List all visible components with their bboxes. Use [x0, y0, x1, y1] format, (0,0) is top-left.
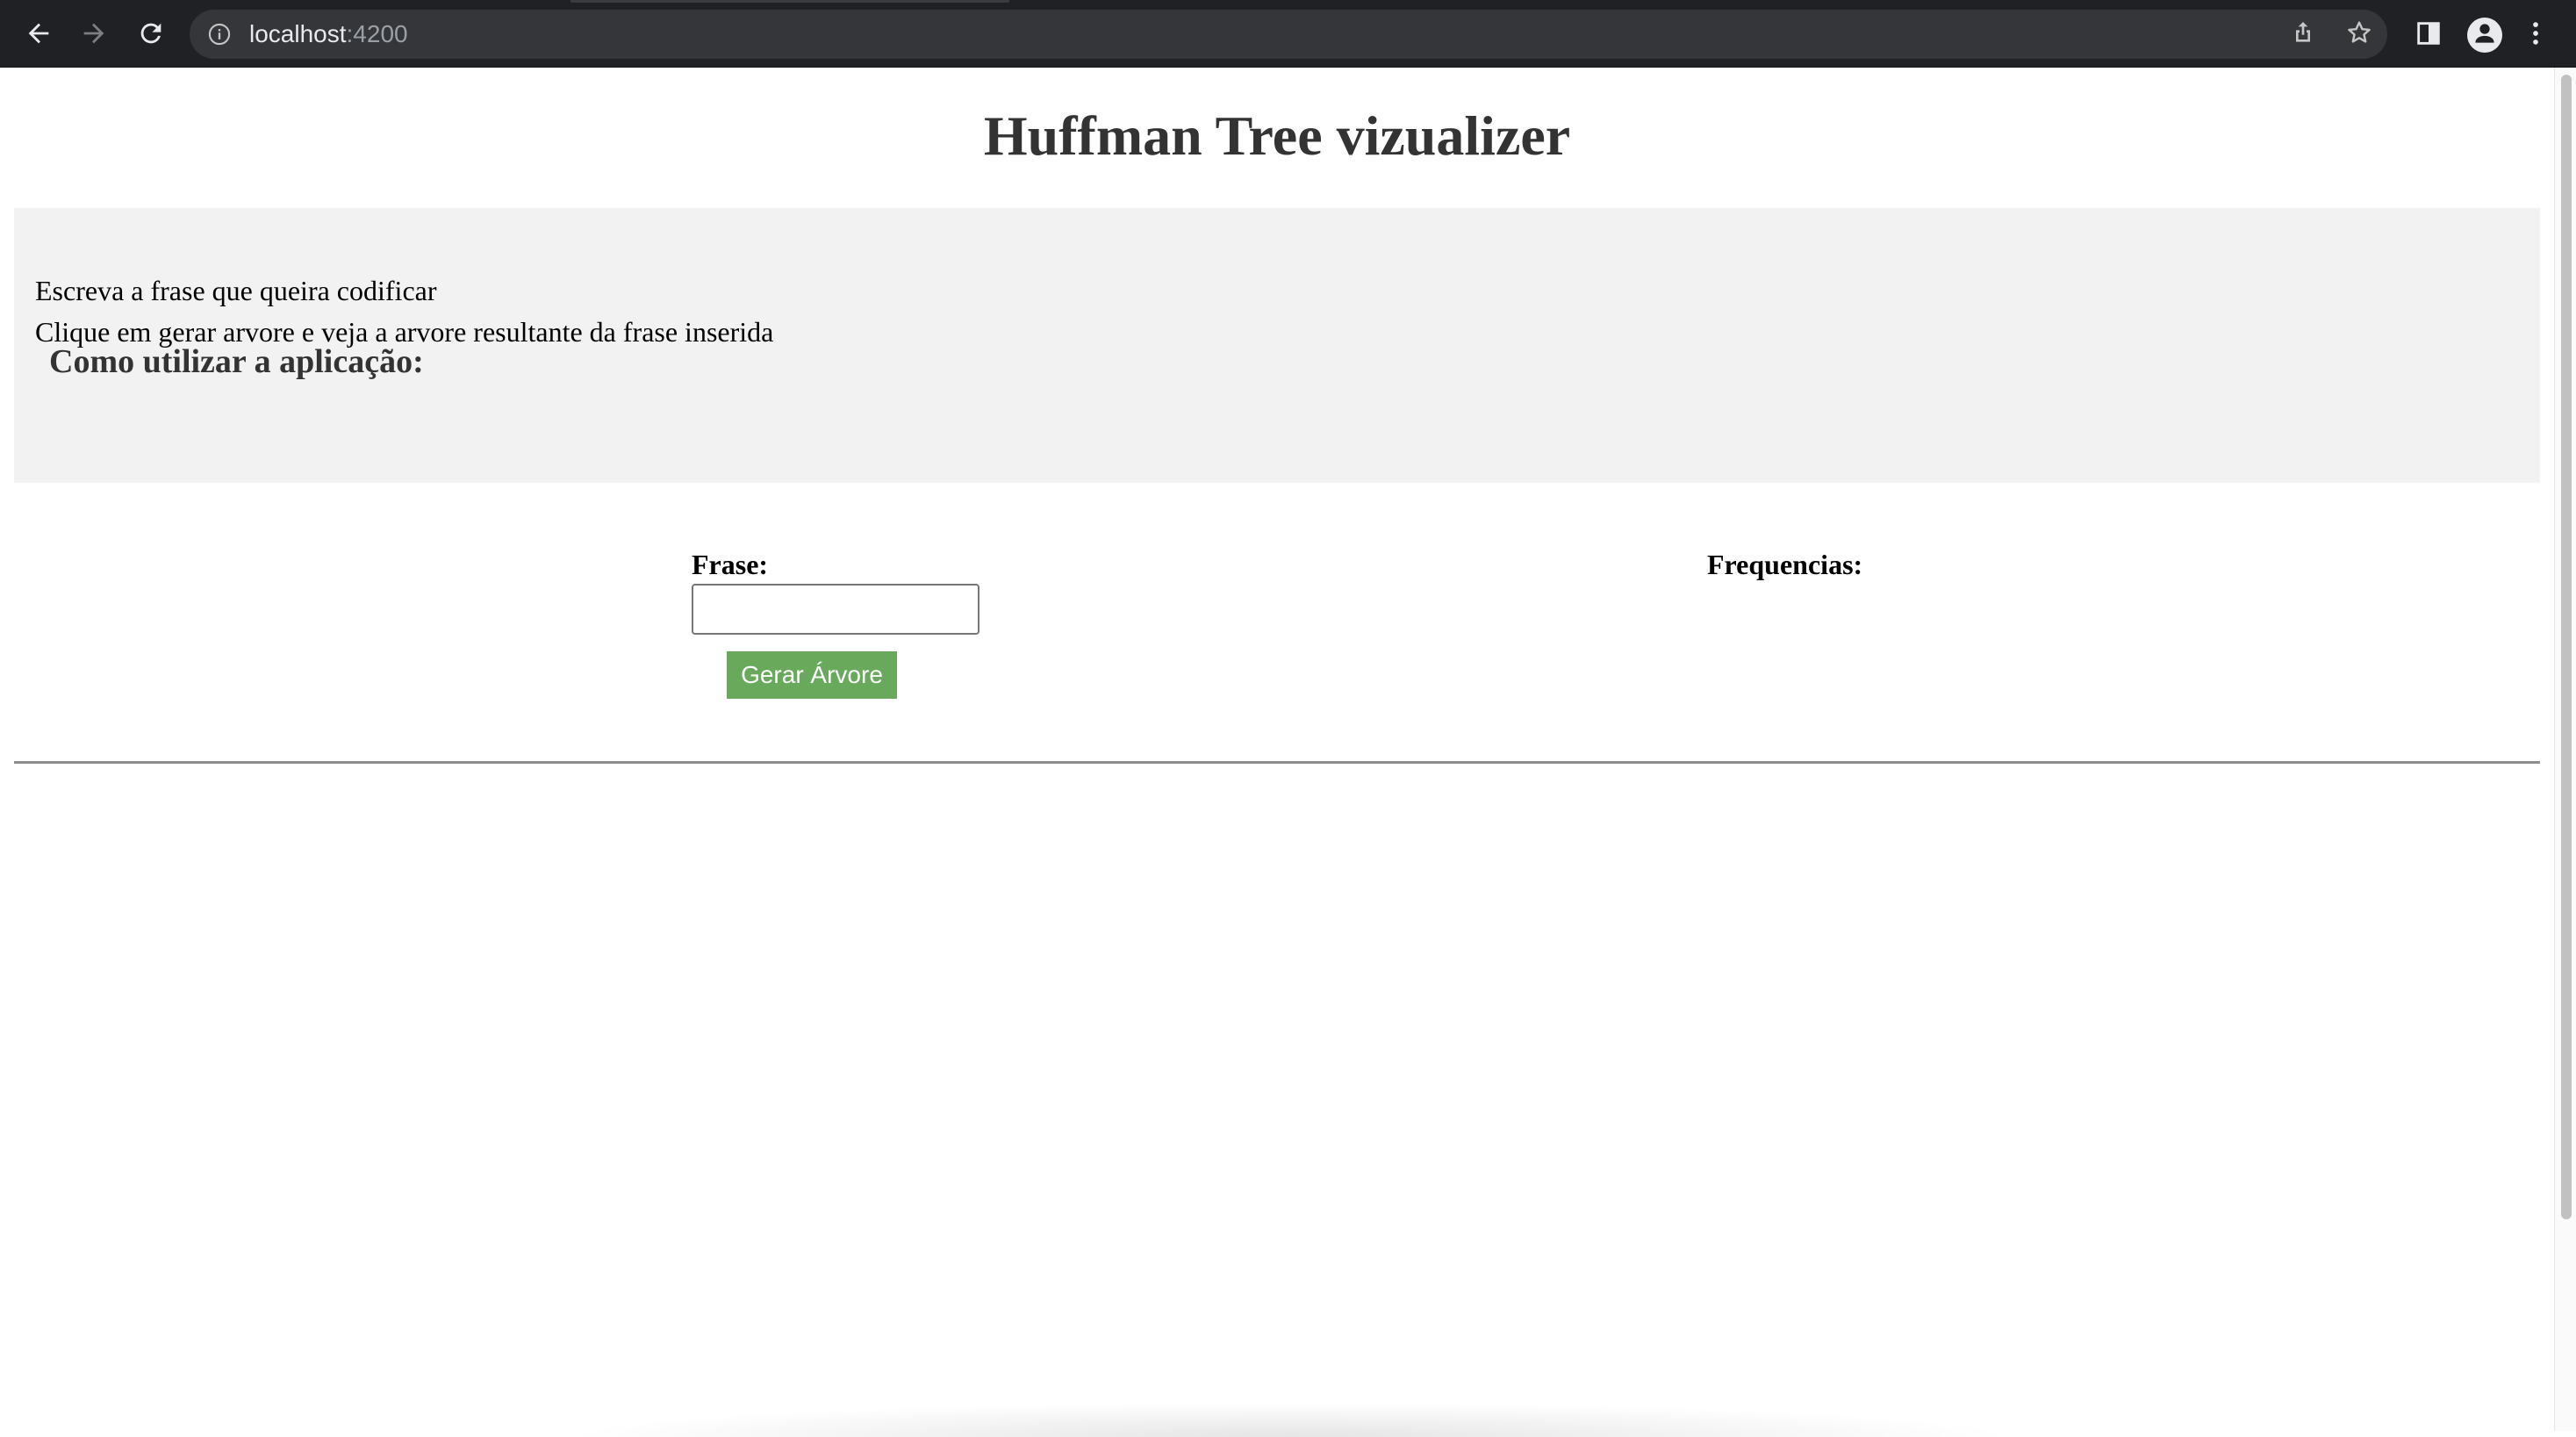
- side-panel-button[interactable]: [2409, 16, 2448, 54]
- reload-icon: [136, 18, 166, 53]
- browser-toolbar: localhost:4200: [0, 0, 2576, 68]
- generate-tree-button[interactable]: Gerar Árvore: [727, 651, 897, 699]
- profile-button[interactable]: [2465, 16, 2504, 54]
- divider: [14, 761, 2540, 764]
- page-title: Huffman Tree vizualizer: [983, 104, 1571, 167]
- browser-menu-button[interactable]: [2522, 16, 2549, 54]
- tree-visualization-area: [14, 770, 2540, 1419]
- avatar: [2467, 18, 2502, 53]
- instruction-line: Escreva a frase que queira codificar: [35, 275, 437, 306]
- kebab-menu-icon: [2521, 18, 2551, 53]
- frase-input[interactable]: [692, 584, 979, 635]
- side-panel-icon: [2414, 18, 2443, 53]
- info-icon[interactable]: [207, 22, 232, 47]
- tab-strip-edge: [570, 0, 1009, 3]
- address-bar[interactable]: localhost:4200: [190, 10, 2387, 59]
- forward-button[interactable]: [75, 16, 113, 54]
- arrow-right-icon: [79, 18, 109, 53]
- frase-label: Frase:: [692, 549, 769, 580]
- star-icon: [2345, 18, 2373, 51]
- person-icon: [2470, 18, 2500, 53]
- url-port: :4200: [346, 20, 408, 47]
- arrow-left-icon: [24, 18, 54, 53]
- back-button[interactable]: [19, 16, 58, 54]
- reload-button[interactable]: [132, 16, 170, 54]
- bottom-shadow: [562, 1402, 2019, 1437]
- frequencies-label: Frequencias:: [1707, 549, 1863, 580]
- page-content: Huffman Tree vizualizer Como utilizar a …: [0, 68, 2554, 1437]
- instruction-line: Clique em gerar arvore e veja a arvore r…: [35, 316, 774, 348]
- url-host: localhost: [249, 20, 347, 47]
- bookmark-button[interactable]: [2343, 18, 2375, 50]
- share-button[interactable]: [2287, 18, 2319, 50]
- scrollbar-thumb[interactable]: [2561, 75, 2572, 1219]
- scrollbar[interactable]: [2554, 68, 2576, 1431]
- share-icon: [2289, 18, 2317, 51]
- url-text[interactable]: localhost:4200: [249, 10, 408, 59]
